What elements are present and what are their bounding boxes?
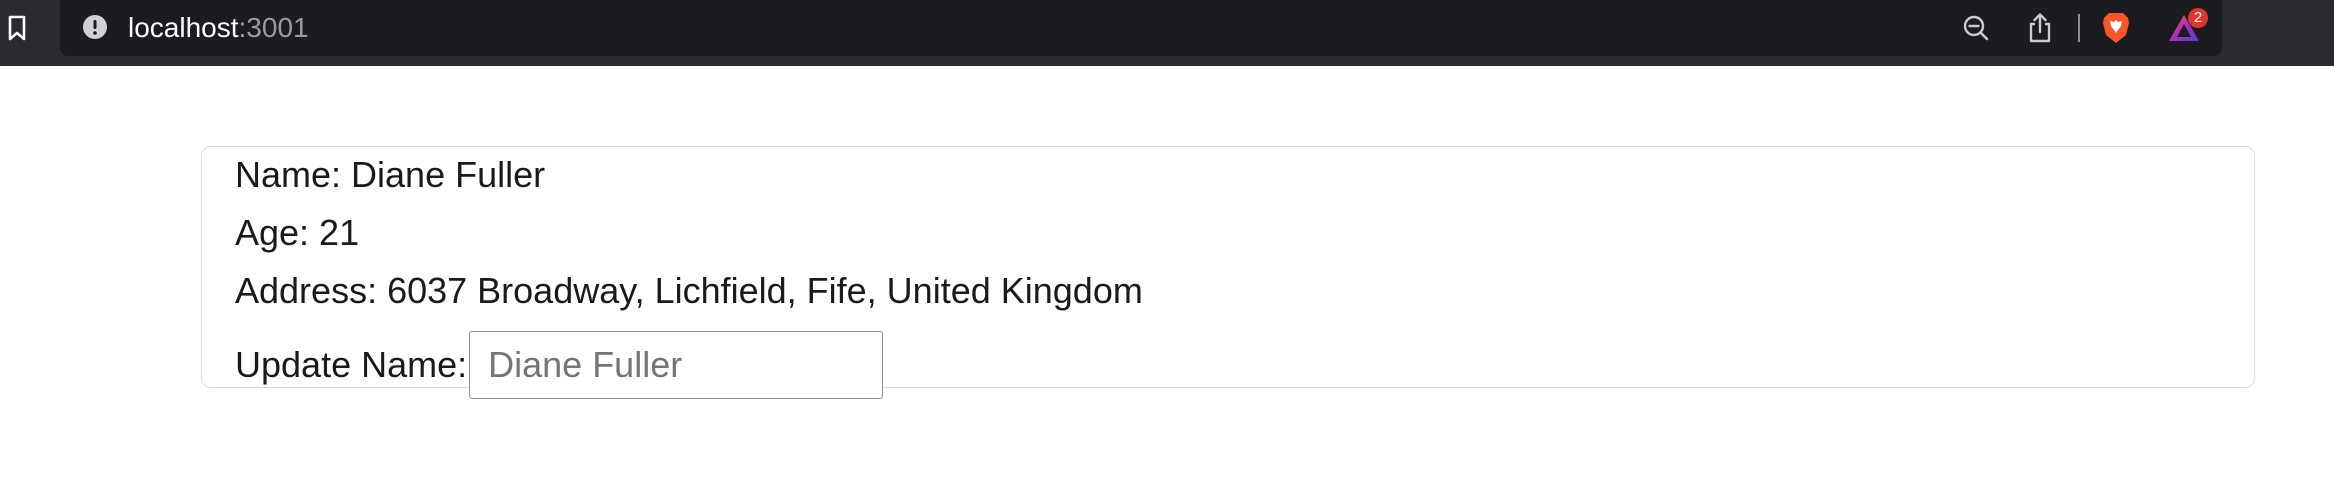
person-age: Age: 21 xyxy=(235,212,360,253)
url-port: :3001 xyxy=(238,12,309,43)
share-icon[interactable] xyxy=(2022,10,2058,46)
notification-badge: 2 xyxy=(2188,8,2208,28)
zoom-out-icon[interactable] xyxy=(1958,10,1994,46)
person-card: Name: Diane Fuller Age: 21 Address: 6037… xyxy=(201,146,2255,399)
person-address: Address: 6037 Broadway, Lichfield, Fife,… xyxy=(235,270,1143,311)
brave-shield-icon[interactable] xyxy=(2098,10,2134,46)
browser-toolbar: localhost:3001 2 xyxy=(0,0,2334,66)
url-text[interactable]: localhost:3001 xyxy=(128,12,309,44)
update-name-label: Update Name: xyxy=(235,344,468,385)
brave-rewards-icon[interactable]: 2 xyxy=(2166,8,2208,46)
person-name: Name: Diane Fuller xyxy=(235,154,546,195)
url-host: localhost xyxy=(128,12,239,43)
update-name-input[interactable] xyxy=(469,331,884,399)
bookmark-icon[interactable] xyxy=(0,10,34,46)
address-bar[interactable]: localhost:3001 2 xyxy=(60,0,2222,56)
update-name-row: Update Name: xyxy=(235,331,884,399)
toolbar-divider xyxy=(2078,14,2080,42)
info-icon[interactable] xyxy=(82,14,108,40)
